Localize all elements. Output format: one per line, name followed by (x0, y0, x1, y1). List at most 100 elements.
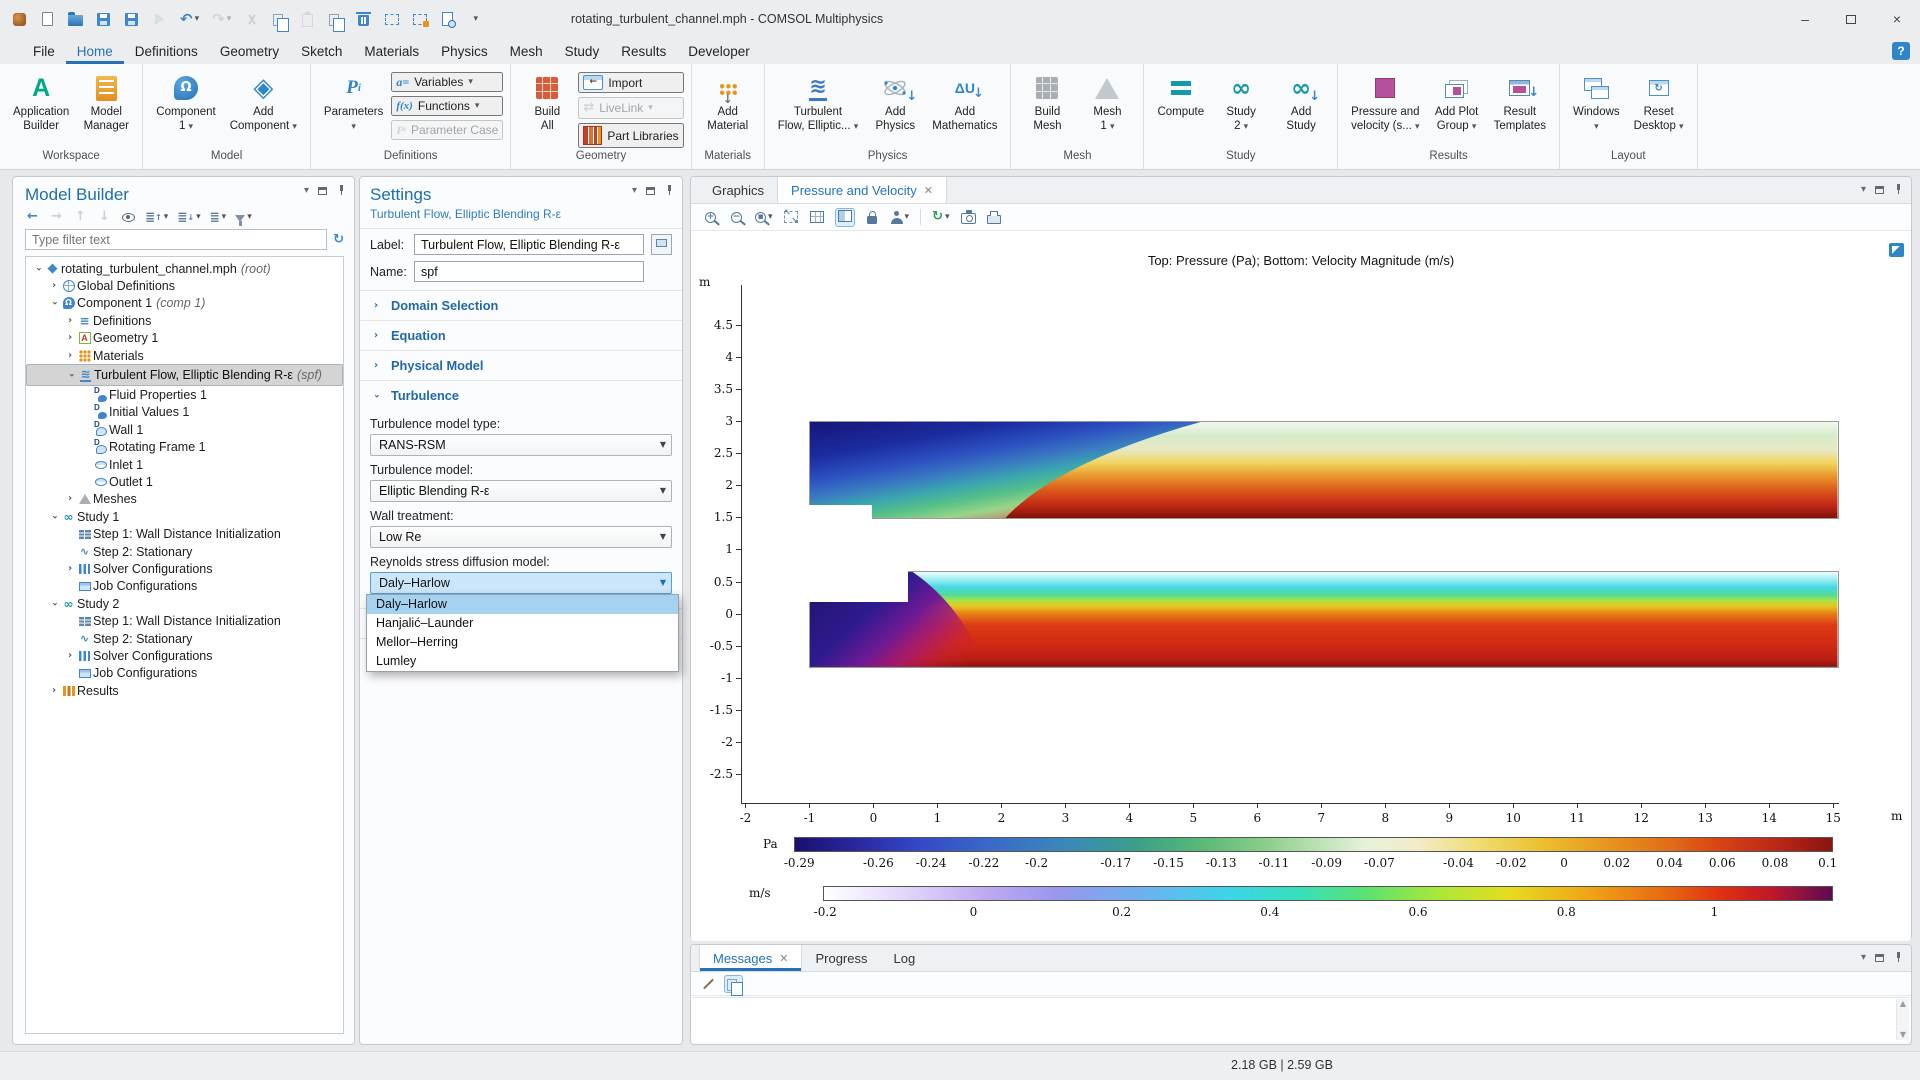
menu-study[interactable]: Study (554, 38, 611, 64)
redo[interactable]: ↷▾ (212, 11, 231, 27)
copy-log[interactable] (725, 976, 742, 992)
section-physical-model[interactable]: ›Physical Model (360, 350, 682, 380)
dropdown-option[interactable]: Lumley (367, 652, 678, 671)
tree-item[interactable]: ›Results (26, 682, 343, 699)
compute[interactable]: Compute (1151, 69, 1210, 120)
messages-content[interactable] (693, 997, 1909, 1042)
menu-geometry[interactable]: Geometry (209, 38, 290, 64)
save-as[interactable] (124, 13, 139, 26)
app-icon[interactable] (12, 13, 27, 26)
section-turbulence[interactable]: ›Turbulence (360, 380, 682, 410)
section-domain-selection[interactable]: ›Domain Selection (360, 290, 682, 320)
back[interactable]: ← (25, 210, 40, 224)
tree-item[interactable]: ›Job Configurations (26, 665, 343, 682)
tree-expander-icon[interactable]: › (64, 494, 76, 504)
tree-expander-icon[interactable]: › (64, 316, 76, 326)
reset-desktop[interactable]: ↻ResetDesktop ▾ (1628, 69, 1690, 133)
tree-item[interactable]: ›Solver Configurations (26, 647, 343, 664)
pin-icon[interactable] (336, 185, 346, 196)
tree-item[interactable]: ›∿Step 2: Stationary (26, 543, 343, 560)
tree-item[interactable]: ›≋Turbulent Flow, Elliptic Blending R-ε(… (26, 364, 343, 386)
tree-item[interactable]: ›ΩComponent 1(comp 1) (26, 295, 343, 312)
tree-item[interactable]: ›∿Step 2: Stationary (26, 630, 343, 647)
select-elliptic-blending-r-[interactable]: Elliptic Blending R-ε▼ (370, 480, 672, 502)
add-material[interactable]: ↓AddMaterial (699, 69, 757, 133)
tree-item[interactable]: ›Wall 1 (26, 421, 343, 438)
chevron-down-icon[interactable]: ▾ (304, 186, 309, 196)
move-down[interactable]: ↓ (97, 210, 112, 224)
close-icon[interactable]: ✕ (779, 952, 788, 965)
tree-item[interactable]: ›Step 1: Wall Distance Initialization (26, 525, 343, 542)
tree-item[interactable]: ›∞Study 1 (26, 508, 343, 525)
clear-log[interactable] (701, 983, 716, 985)
tree-item[interactable]: ›Rotating Frame 1 (26, 439, 343, 456)
tree-expander-icon[interactable]: › (64, 333, 76, 343)
add-physics[interactable]: ↓AddPhysics (866, 69, 924, 133)
select-low-re[interactable]: Low Re▼ (370, 526, 672, 548)
menu-file[interactable]: File (22, 38, 66, 64)
menu-developer[interactable]: Developer (677, 38, 761, 64)
filter[interactable]: ▾ (235, 213, 252, 222)
print[interactable] (987, 211, 1002, 224)
zoom-extents[interactable] (784, 211, 799, 223)
menu-physics[interactable]: Physics (430, 38, 499, 64)
result-templates[interactable]: ↓ResultTemplates (1488, 69, 1552, 133)
parameter-case[interactable]: PiParameter Case (391, 120, 503, 140)
build-all[interactable]: BuildAll (518, 69, 576, 133)
paste[interactable] (300, 12, 315, 27)
lock[interactable] (865, 210, 880, 224)
maximize-button[interactable] (1828, 0, 1874, 38)
plot-area[interactable]: Top: Pressure (Pa); Bottom: Velocity Mag… (691, 231, 1911, 941)
pin-icon[interactable] (664, 185, 674, 196)
tree-item[interactable]: ›Outlet 1 (26, 473, 343, 490)
menu-home[interactable]: Home (66, 38, 124, 64)
component-1[interactable]: ΩComponent1 ▾ (150, 69, 221, 133)
tree-expander-icon[interactable]: › (49, 297, 59, 309)
transparency[interactable]: ▾ (891, 211, 910, 224)
menu-results[interactable]: Results (610, 38, 677, 64)
help-button[interactable]: ? (1892, 42, 1910, 60)
delete[interactable] (356, 12, 371, 26)
menu-sketch[interactable]: Sketch (290, 38, 353, 64)
update[interactable]: ↻▾ (932, 210, 949, 224)
pressure-and-velocity[interactable]: Pressure andvelocity (s... ▾ (1345, 69, 1425, 133)
tree-item[interactable]: ›Meshes (26, 491, 343, 508)
float-panel-icon[interactable] (1875, 954, 1884, 962)
copy[interactable] (272, 12, 287, 26)
physics-interface[interactable]: ≋TurbulentFlow, Elliptic... ▾ (772, 69, 865, 133)
snapshot-camera[interactable] (961, 211, 976, 224)
dropdown-option[interactable]: Hanjalić–Launder (367, 614, 678, 633)
find[interactable] (440, 12, 455, 26)
chevron-down-icon[interactable]: ▾ (1861, 185, 1866, 195)
tree-expander-icon[interactable]: › (33, 263, 43, 275)
diffusion-model-select[interactable]: Daly–Harlow▼Daly–HarlowHanjalić–LaunderM… (370, 572, 672, 594)
forward[interactable]: → (49, 210, 64, 224)
show-hide[interactable] (121, 213, 136, 222)
parameters[interactable]: PiParameters▾ (318, 69, 389, 133)
chevron-down-icon[interactable]: ▾ (632, 186, 637, 196)
run[interactable] (152, 13, 167, 25)
close-icon[interactable]: ✕ (924, 184, 933, 197)
add-mathematics[interactable]: ΔU↓AddMathematics (926, 69, 1003, 133)
import[interactable]: ←Import (578, 72, 683, 93)
pin-icon[interactable] (1893, 952, 1903, 963)
node-grouping[interactable]: ≣▾ (210, 211, 227, 224)
expand-tree[interactable]: ≣↑▾ (145, 211, 168, 224)
tree-item[interactable]: ›Fluid Properties 1 (26, 386, 343, 403)
move-up[interactable]: ↑ (73, 210, 88, 224)
add-component[interactable]: ◈AddComponent ▾ (224, 69, 303, 133)
tree-item[interactable]: ›Solver Configurations (26, 560, 343, 577)
study-2[interactable]: ∞Study2 ▾ (1212, 69, 1270, 133)
tree-item[interactable]: ›Job Configurations (26, 578, 343, 595)
dropdown-option[interactable]: Daly–Harlow (367, 595, 678, 614)
dropdown-option[interactable]: Mellor–Herring (367, 633, 678, 652)
select-box[interactable] (384, 14, 399, 25)
new-file[interactable] (40, 12, 55, 26)
tree-expander-icon[interactable]: › (48, 281, 60, 291)
open-file[interactable] (68, 12, 83, 26)
undo[interactable]: ↶▾ (180, 11, 199, 27)
application-builder[interactable]: AApplicationBuilder (7, 69, 75, 133)
section-equation[interactable]: ›Equation (360, 320, 682, 350)
variables[interactable]: a=Variables▾ (391, 72, 503, 92)
float-panel-icon[interactable] (318, 187, 327, 195)
